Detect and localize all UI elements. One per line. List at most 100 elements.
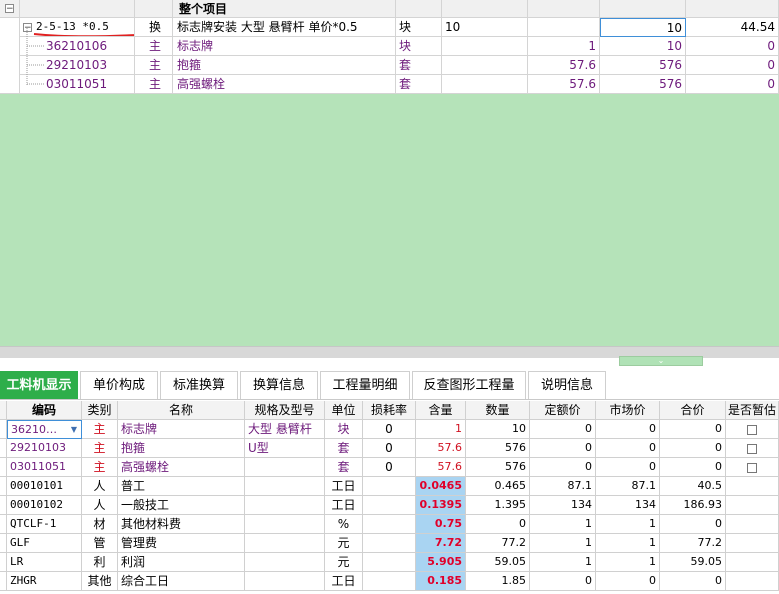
material-market-price[interactable]: 0	[596, 439, 660, 458]
material-grid-row[interactable]: 36210… ▼ 主 标志牌 大型 悬臂杆 块 0 1 10 0 0 0	[0, 420, 779, 439]
material-loss-rate[interactable]	[363, 496, 416, 515]
col-total[interactable]: 合价	[660, 401, 726, 420]
material-spec[interactable]	[245, 458, 325, 477]
col-loss-rate[interactable]: 损耗率	[363, 401, 416, 420]
material-loss-rate[interactable]	[363, 553, 416, 572]
material-is-estimate[interactable]	[726, 515, 779, 534]
material-code[interactable]: ZHGR	[7, 572, 82, 591]
material-is-estimate[interactable]	[726, 553, 779, 572]
col-base-price[interactable]: 定额价	[530, 401, 596, 420]
col-category[interactable]: 类别	[82, 401, 118, 420]
material-loss-rate[interactable]	[363, 477, 416, 496]
material-name[interactable]: 一般技工	[118, 496, 245, 515]
material-code[interactable]: 03011051	[7, 458, 82, 477]
material-name[interactable]: 综合工日	[118, 572, 245, 591]
material-name[interactable]: 普工	[118, 477, 245, 496]
material-grid-row[interactable]: ZHGR 其他 综合工日 工日 0.185 1.85 0 0 0	[0, 572, 779, 591]
material-content[interactable]: 0.0465	[416, 477, 466, 496]
material-spec[interactable]	[245, 496, 325, 515]
material-row[interactable]: 36210106 主 标志牌 块 1 10 0	[0, 37, 779, 56]
splitter-chevron-icon[interactable]: ⌄	[619, 356, 703, 366]
quota-qty-expr[interactable]: 10	[442, 18, 528, 37]
material-grid-row[interactable]: LR 利 利润 元 5.905 59.05 1 1 59.05	[0, 553, 779, 572]
estimate-checkbox[interactable]	[747, 443, 757, 454]
quota-name[interactable]: 标志牌安装 大型 悬臂杆 单价*0.5	[173, 18, 396, 37]
material-grid-row[interactable]: 03011051 主 高强螺栓 套 0 57.6 576 0 0 0	[0, 458, 779, 477]
material-loss-rate[interactable]	[363, 515, 416, 534]
tab-conversion-info[interactable]: 换算信息	[240, 371, 318, 399]
col-market-price[interactable]: 市场价	[596, 401, 660, 420]
material-market-price[interactable]: 1	[596, 534, 660, 553]
material-content[interactable]: 0.1395	[416, 496, 466, 515]
material-name[interactable]: 其他材料费	[118, 515, 245, 534]
quota-row-main[interactable]: − 2-5-13 *0.5 换 标志牌安装 大型 悬臂杆 单价*0.5 块 10…	[0, 18, 779, 37]
material-loss-rate[interactable]	[363, 572, 416, 591]
material-code[interactable]: 29210103	[7, 439, 82, 458]
material-name[interactable]: 高强螺栓	[118, 458, 245, 477]
material-spec[interactable]: U型	[245, 439, 325, 458]
material-content[interactable]: 57.6	[416, 458, 466, 477]
material-code[interactable]: 00010102	[7, 496, 82, 515]
material-spec[interactable]	[245, 477, 325, 496]
material-spec[interactable]: 大型 悬臂杆	[245, 420, 325, 439]
material-name[interactable]: 抱箍	[118, 439, 245, 458]
tab-reverse-graphic[interactable]: 反查图形工程量	[412, 371, 526, 399]
material-market-price[interactable]: 87.1	[596, 477, 660, 496]
material-is-estimate[interactable]	[726, 458, 779, 477]
material-spec[interactable]	[245, 534, 325, 553]
col-spec[interactable]: 规格及型号	[245, 401, 325, 420]
material-code[interactable]: GLF	[7, 534, 82, 553]
material-content[interactable]: 5.905	[416, 553, 466, 572]
material-content[interactable]: 0.185	[416, 572, 466, 591]
material-market-price[interactable]: 1	[596, 553, 660, 572]
quota-qty-input[interactable]: 10	[600, 18, 686, 37]
material-name[interactable]: 标志牌	[118, 420, 245, 439]
material-grid-row[interactable]: 29210103 主 抱箍 U型 套 0 57.6 576 0 0 0	[0, 439, 779, 458]
material-spec[interactable]	[245, 515, 325, 534]
material-code[interactable]: QTCLF-1	[7, 515, 82, 534]
tab-unit-price[interactable]: 单价构成	[80, 371, 158, 399]
material-grid-row[interactable]: 00010101 人 普工 工日 0.0465 0.465 87.1 87.1 40.5	[0, 477, 779, 496]
material-content[interactable]: 7.72	[416, 534, 466, 553]
material-is-estimate[interactable]	[726, 572, 779, 591]
material-market-price[interactable]: 0	[596, 458, 660, 477]
material-market-price[interactable]: 0	[596, 420, 660, 439]
material-content[interactable]: 0.75	[416, 515, 466, 534]
material-is-estimate[interactable]	[726, 420, 779, 439]
material-code[interactable]: 36210… ▼	[7, 420, 82, 439]
material-spec[interactable]	[245, 572, 325, 591]
estimate-checkbox[interactable]	[747, 424, 757, 435]
material-content[interactable]: 57.6	[416, 439, 466, 458]
material-is-estimate[interactable]	[726, 439, 779, 458]
col-content[interactable]: 含量	[416, 401, 466, 420]
col-quantity[interactable]: 数量	[466, 401, 530, 420]
material-is-estimate[interactable]	[726, 534, 779, 553]
material-grid-row[interactable]: GLF 管 管理费 元 7.72 77.2 1 1 77.2	[0, 534, 779, 553]
material-name[interactable]: 利润	[118, 553, 245, 572]
material-code[interactable]: 00010101	[7, 477, 82, 496]
tab-quantity-detail[interactable]: 工程量明细	[320, 371, 410, 399]
tab-standard-conversion[interactable]: 标准换算	[160, 371, 238, 399]
material-loss-rate[interactable]: 0	[363, 439, 416, 458]
material-is-estimate[interactable]	[726, 477, 779, 496]
material-loss-rate[interactable]	[363, 534, 416, 553]
material-grid-row[interactable]: QTCLF-1 材 其他材料费% 0.75 0 1 1 0	[0, 515, 779, 534]
material-spec[interactable]	[245, 553, 325, 572]
material-code[interactable]: LR	[7, 553, 82, 572]
material-row[interactable]: 29210103 主 抱箍 套 57.6 576 0	[0, 56, 779, 75]
dropdown-arrow-icon[interactable]: ▼	[71, 421, 77, 438]
material-loss-rate[interactable]: 0	[363, 458, 416, 477]
material-market-price[interactable]: 134	[596, 496, 660, 515]
material-market-price[interactable]: 0	[596, 572, 660, 591]
tab-material-display[interactable]: 工料机显示	[0, 371, 78, 399]
tab-description[interactable]: 说明信息	[528, 371, 606, 399]
col-unit[interactable]: 单位	[325, 401, 363, 420]
material-grid-row[interactable]: 00010102 人 一般技工 工日 0.1395 1.395 134 134 186.93	[0, 496, 779, 515]
material-is-estimate[interactable]	[726, 496, 779, 515]
col-code[interactable]: 编码	[7, 401, 82, 420]
material-row[interactable]: 03011051 主 高强螺栓 套 57.6 576 0	[0, 75, 779, 94]
col-name[interactable]: 名称	[118, 401, 245, 420]
material-market-price[interactable]: 1	[596, 515, 660, 534]
material-loss-rate[interactable]: 0	[363, 420, 416, 439]
collapse-icon[interactable]: −	[5, 4, 14, 14]
